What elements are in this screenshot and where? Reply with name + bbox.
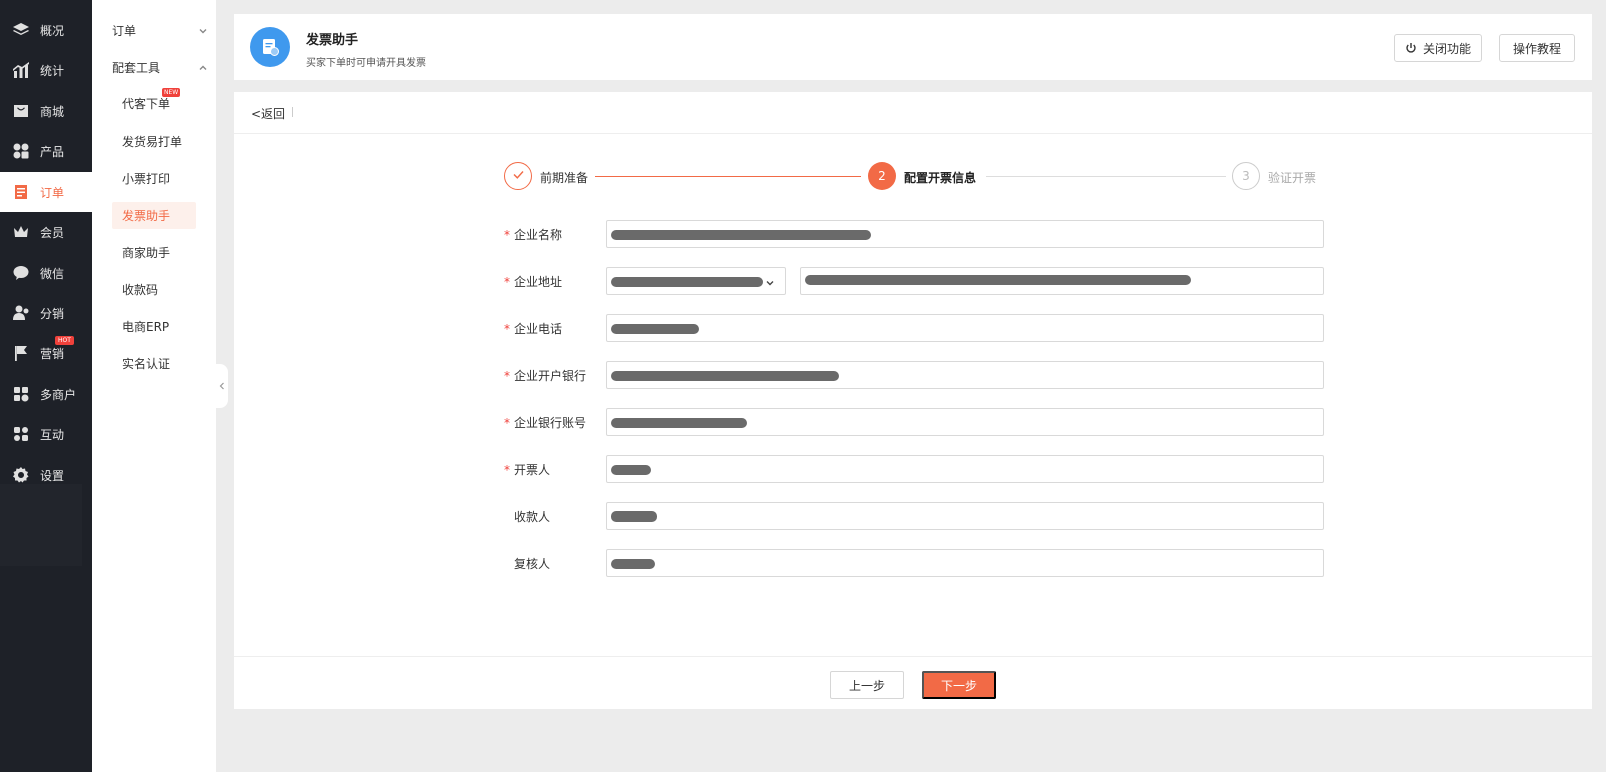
layers-icon	[12, 21, 30, 39]
nav-footer-area	[0, 484, 82, 566]
issuer-input[interactable]	[606, 455, 1324, 483]
field-label-company-address: * 企业地址	[504, 274, 563, 290]
submenu-item-invoice-assistant[interactable]: 发票助手	[112, 202, 196, 229]
street-address-input[interactable]	[800, 267, 1324, 295]
redacted-value	[611, 511, 657, 522]
redacted-value	[611, 324, 699, 334]
redacted-value	[611, 277, 763, 287]
submenu-group-tools[interactable]: 配套工具	[112, 57, 208, 77]
nav-item-products[interactable]: 产品	[0, 131, 92, 171]
hot-badge: HOT	[55, 336, 74, 345]
app-header: 发票助手 买家下单时可申请开具发票 关闭功能 操作教程	[234, 14, 1592, 80]
submenu-item-shipping-print[interactable]: 发货易打单	[112, 128, 196, 155]
submenu-item-merchant-assistant[interactable]: 商家助手	[112, 239, 196, 266]
back-bar: <返回	[234, 92, 1592, 134]
redacted-value	[611, 465, 651, 475]
back-link[interactable]: <返回	[251, 105, 285, 122]
nav-item-statistics[interactable]: 统计	[0, 50, 92, 90]
submenu-group-orders[interactable]: 订单	[112, 20, 208, 40]
chart-icon	[12, 61, 30, 79]
new-badge: NEW	[162, 88, 181, 97]
reviewer-input[interactable]	[606, 549, 1324, 577]
chevron-left-icon	[219, 379, 225, 394]
step-connector	[595, 176, 861, 177]
redacted-value	[611, 371, 839, 381]
bank-account-input[interactable]	[606, 408, 1324, 436]
main-panel: <返回 前期准备 2 配置开票信息 3 验证开票 * 企业名称 * 企业地址 * 企业…	[234, 92, 1592, 709]
redacted-value	[611, 418, 747, 428]
nav-item-orders[interactable]: 订单	[0, 172, 92, 212]
grid-icon	[12, 142, 30, 160]
power-icon	[1405, 42, 1417, 54]
field-label-reviewer: 复核人	[514, 557, 551, 571]
company-name-input[interactable]	[606, 220, 1324, 248]
divider	[292, 107, 293, 117]
distribution-icon	[12, 304, 30, 322]
submenu: 订单 配套工具 代客下单 NEW 发货易打单 小票打印 发票助手 商家助手 收款…	[92, 0, 216, 772]
field-label-bank-account: * 企业银行账号	[504, 415, 587, 431]
step-3-label: 验证开票	[1268, 171, 1317, 185]
previous-step-button[interactable]: 上一步	[830, 671, 904, 699]
interaction-icon	[12, 425, 30, 443]
chevron-up-icon	[198, 62, 208, 72]
next-step-button[interactable]: 下一步	[922, 671, 996, 699]
tutorial-button[interactable]: 操作教程	[1499, 34, 1575, 62]
chevron-down-icon	[198, 25, 208, 35]
nav-item-mall[interactable]: 商城	[0, 91, 92, 131]
step-connector	[986, 176, 1226, 177]
wechat-icon	[12, 264, 30, 282]
crown-icon	[12, 223, 30, 241]
mall-icon	[12, 102, 30, 120]
submenu-item-real-name[interactable]: 实名认证	[112, 350, 196, 377]
gear-icon	[12, 466, 30, 484]
field-label-payee: 收款人	[514, 510, 551, 524]
close-feature-button[interactable]: 关闭功能	[1394, 34, 1482, 62]
bank-name-input[interactable]	[606, 361, 1324, 389]
invoice-logo-icon	[250, 27, 290, 67]
region-select[interactable]	[606, 267, 786, 295]
nav-item-overview[interactable]: 概况	[0, 10, 92, 50]
order-icon	[12, 183, 30, 201]
submenu-item-receipt-print[interactable]: 小票打印	[112, 165, 196, 192]
collapse-submenu-button[interactable]	[216, 364, 228, 408]
nav-item-multi-merchant[interactable]: 多商户	[0, 374, 92, 414]
check-icon	[512, 168, 525, 184]
company-phone-input[interactable]	[606, 314, 1324, 342]
nav-item-wechat[interactable]: 微信	[0, 253, 92, 293]
page-subtitle: 买家下单时可申请开具发票	[306, 58, 426, 69]
step-1-label: 前期准备	[540, 171, 589, 185]
field-label-company-name: * 企业名称	[504, 227, 563, 243]
redacted-value	[611, 230, 871, 240]
nav-item-members[interactable]: 会员	[0, 212, 92, 252]
page-title: 发票助手	[306, 33, 359, 48]
step-1-indicator	[504, 162, 532, 190]
footer-divider	[234, 656, 1592, 657]
step-2-label: 配置开票信息	[904, 171, 977, 185]
redacted-value	[611, 559, 655, 569]
step-2-indicator: 2	[868, 162, 896, 190]
merchant-icon	[12, 385, 30, 403]
submenu-item-proxy-order[interactable]: 代客下单 NEW	[112, 88, 196, 117]
submenu-item-erp[interactable]: 电商ERP	[112, 313, 196, 340]
step-3-indicator: 3	[1232, 162, 1260, 190]
field-label-bank: * 企业开户银行	[504, 368, 587, 384]
submenu-item-payment-code[interactable]: 收款码	[112, 276, 196, 303]
nav-item-interaction[interactable]: 互动	[0, 414, 92, 454]
redacted-value	[805, 275, 1191, 285]
flag-icon	[12, 344, 30, 362]
chevron-down-icon	[765, 277, 775, 287]
nav-item-marketing[interactable]: 营销 HOT	[0, 333, 92, 373]
nav-item-distribution[interactable]: 分销	[0, 293, 92, 333]
main-nav: 概况 统计 商城 产品 订单 会员 微信 分销 营销 HOT 多商户 互动 设置	[0, 0, 92, 772]
field-label-company-phone: * 企业电话	[504, 321, 563, 337]
field-label-issuer: * 开票人	[504, 462, 551, 478]
payee-input[interactable]	[606, 502, 1324, 530]
